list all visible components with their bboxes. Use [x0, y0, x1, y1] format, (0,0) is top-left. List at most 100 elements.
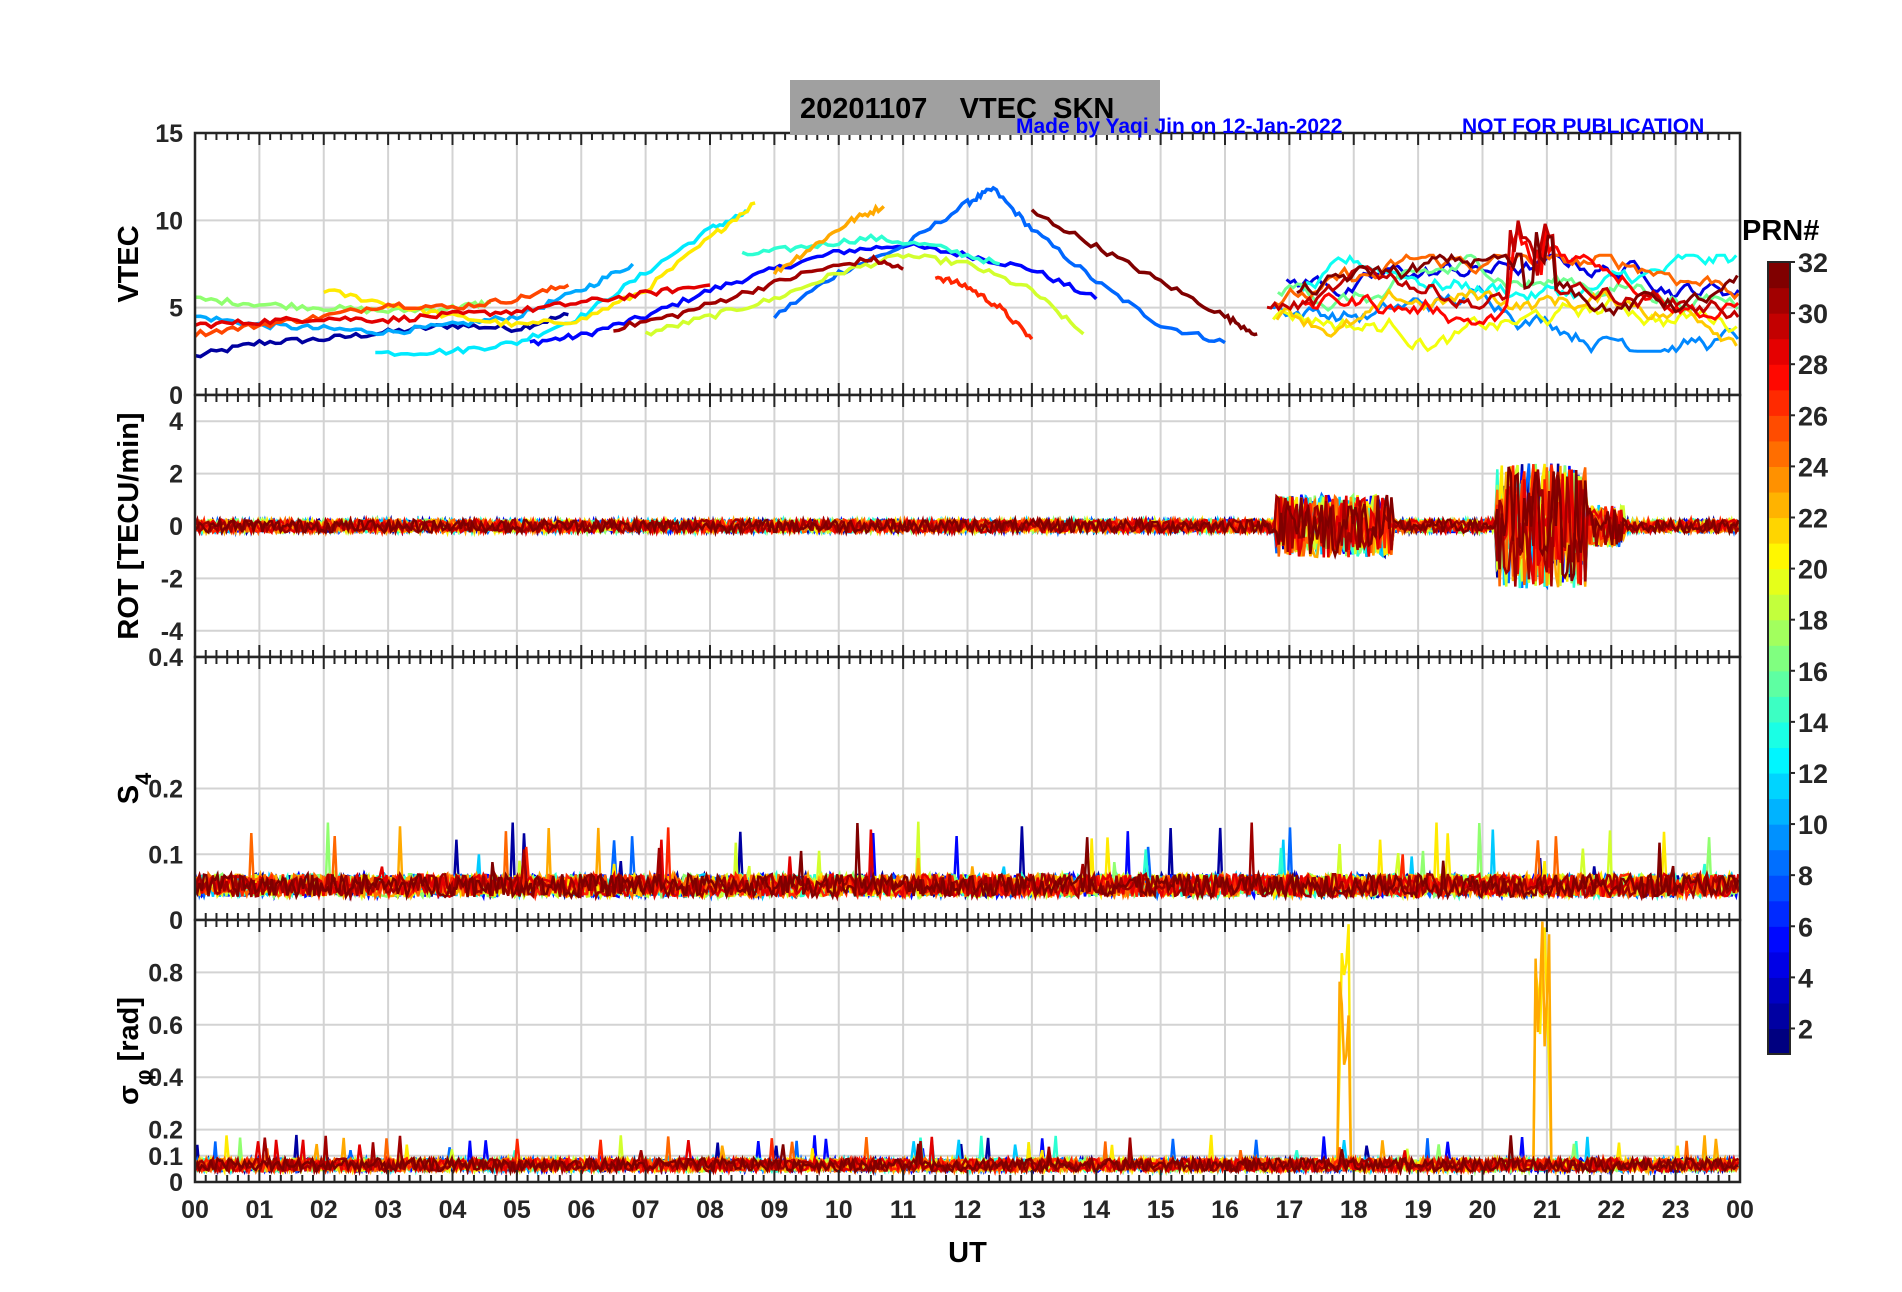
y-tick-label: 4	[169, 408, 183, 436]
colorbar-tick-label: 20	[1798, 555, 1828, 585]
x-tick-label: 10	[825, 1196, 853, 1224]
x-tick-label: 00	[1726, 1196, 1754, 1224]
colorbar-swatch	[1768, 466, 1790, 493]
colorbar-swatch	[1768, 798, 1790, 825]
colorbar-swatch	[1768, 875, 1790, 902]
colorbar-label: PRN#	[1742, 215, 1819, 247]
colorbar-swatch	[1768, 338, 1790, 365]
y-tick-label: 0	[169, 382, 183, 410]
colorbar-swatch	[1768, 696, 1790, 723]
colorbar-swatch	[1768, 900, 1790, 927]
colorbar-swatch	[1768, 772, 1790, 800]
y-tick-label: 15	[155, 120, 183, 148]
x-tick-labels: 00 01 02 03 04 05 06 07 08 09 10 11 12 13 14 15 16 17 18 19…	[181, 1196, 1754, 1224]
colorbar-swatch	[1768, 389, 1790, 416]
colorbar-swatch	[1768, 619, 1790, 646]
colorbar-tick-label: 26	[1798, 401, 1828, 431]
colorbar-swatch	[1768, 594, 1790, 621]
colorbar-swatch	[1768, 721, 1790, 749]
x-tick-label: 18	[1340, 1196, 1368, 1224]
y-tick-label: 0.6	[148, 1012, 183, 1040]
x-tick-label: 16	[1211, 1196, 1239, 1224]
y-tick-label: 0.2	[148, 1117, 183, 1145]
colorbar-swatch	[1768, 1002, 1790, 1030]
colorbar-tick-label: 32	[1798, 248, 1828, 278]
colorbar: PRN# 2468101214161820222426283032	[1742, 215, 1828, 1055]
y-tick-label: 10	[155, 207, 183, 235]
colorbar-swatch	[1768, 517, 1790, 544]
colorbar-tick-label: 14	[1798, 708, 1828, 738]
y-tick-label: -4	[161, 618, 183, 646]
colorbar-swatch	[1768, 313, 1790, 340]
panels: 051015VTEC-4-2024ROT [TECU/min]00.10.20.…	[113, 120, 1742, 1197]
y-tick-label: -2	[161, 565, 183, 593]
colorbar-swatch	[1768, 543, 1790, 570]
y-tick-label: 0.8	[148, 959, 183, 987]
colorbar-swatch	[1768, 670, 1790, 697]
colorbar-swatch	[1768, 1028, 1790, 1055]
x-tick-label: 04	[439, 1196, 467, 1224]
colorbar-tick-label: 2	[1798, 1014, 1813, 1044]
y-axis-label-vtec: VTEC	[113, 225, 145, 302]
x-tick-label: 00	[181, 1196, 209, 1224]
colorbar-tick-label: 18	[1798, 606, 1828, 636]
colorbar-tick-label: 6	[1798, 912, 1813, 942]
y-tick-label: 0.1	[148, 841, 183, 869]
credit-author: Made by Yaqi Jin on 12-Jan-2022	[1016, 115, 1342, 138]
x-tick-label: 06	[567, 1196, 595, 1224]
colorbar-tick-label: 30	[1798, 299, 1828, 329]
colorbar-swatch	[1768, 926, 1790, 953]
colorbar-swatch	[1768, 849, 1790, 876]
x-tick-label: 08	[696, 1196, 724, 1224]
colorbar-swatch	[1768, 440, 1790, 467]
x-tick-label: 15	[1147, 1196, 1175, 1224]
x-tick-label: 02	[310, 1196, 338, 1224]
x-tick-label: 21	[1533, 1196, 1561, 1224]
colorbar-tick-label: 16	[1798, 657, 1828, 687]
header: 20201107 VTEC SKN Made by Yaqi Jin on 12…	[790, 80, 1704, 138]
credit-notice: NOT FOR PUBLICATION	[1462, 115, 1704, 138]
colorbar-swatch	[1768, 287, 1790, 314]
x-tick-label: 14	[1082, 1196, 1110, 1224]
y-tick-label: 2	[169, 461, 183, 489]
y-tick-label: 0.1	[148, 1143, 183, 1171]
colorbar-tick-label: 22	[1798, 503, 1828, 533]
panel-sigma_phi: 00.10.20.40.60.8σφ [rad]	[113, 918, 1742, 1197]
x-tick-label: 03	[374, 1196, 402, 1224]
colorbar-swatch	[1768, 824, 1790, 851]
colorbar-swatch	[1768, 568, 1790, 595]
x-tick-label: 05	[503, 1196, 531, 1224]
y-tick-label: 0.4	[148, 644, 183, 672]
x-tick-label: 01	[245, 1196, 273, 1224]
panel-s4: 00.10.20.4S4	[113, 644, 1742, 935]
x-tick-label: 20	[1469, 1196, 1497, 1224]
x-axis-label: UT	[948, 1237, 987, 1269]
panel-vtec: 0 5 10 15 VTEC	[113, 120, 1742, 410]
colorbar-swatch	[1768, 951, 1790, 978]
x-tick-label: 13	[1018, 1196, 1046, 1224]
colorbar-swatch	[1768, 364, 1790, 391]
y-tick-label: 5	[169, 295, 183, 323]
x-tick-label: 17	[1275, 1196, 1303, 1224]
x-tick-label: 22	[1597, 1196, 1625, 1224]
y-axis-label-rot: ROT [TECU/min]	[113, 412, 145, 639]
figure: 051015VTEC-4-2024ROT [TECU/min]00.10.20.…	[113, 80, 1828, 1269]
x-tick-label: 09	[760, 1196, 788, 1224]
colorbar-swatch	[1768, 645, 1790, 672]
colorbar-swatch	[1768, 262, 1790, 289]
y-tick-label: 0	[169, 513, 183, 541]
x-tick-label: 07	[632, 1196, 660, 1224]
y-tick-label: 0	[169, 907, 183, 935]
x-tick-label: 19	[1404, 1196, 1432, 1224]
colorbar-swatch	[1768, 747, 1790, 774]
colorbar-tick-label: 8	[1798, 861, 1813, 891]
colorbar-tick-label: 24	[1798, 452, 1828, 482]
colorbar-tick-label: 4	[1798, 963, 1813, 993]
colorbar-tick-label: 12	[1798, 759, 1828, 789]
x-tick-label: 11	[890, 1196, 917, 1224]
colorbar-tick-label: 28	[1798, 350, 1828, 380]
x-tick-label: 12	[954, 1196, 982, 1224]
x-tick-label: 23	[1662, 1196, 1690, 1224]
panel-rot: -4 -2 0 2 4 ROT [TECU/min]	[113, 393, 1742, 659]
colorbar-tick-label: 10	[1798, 810, 1828, 840]
